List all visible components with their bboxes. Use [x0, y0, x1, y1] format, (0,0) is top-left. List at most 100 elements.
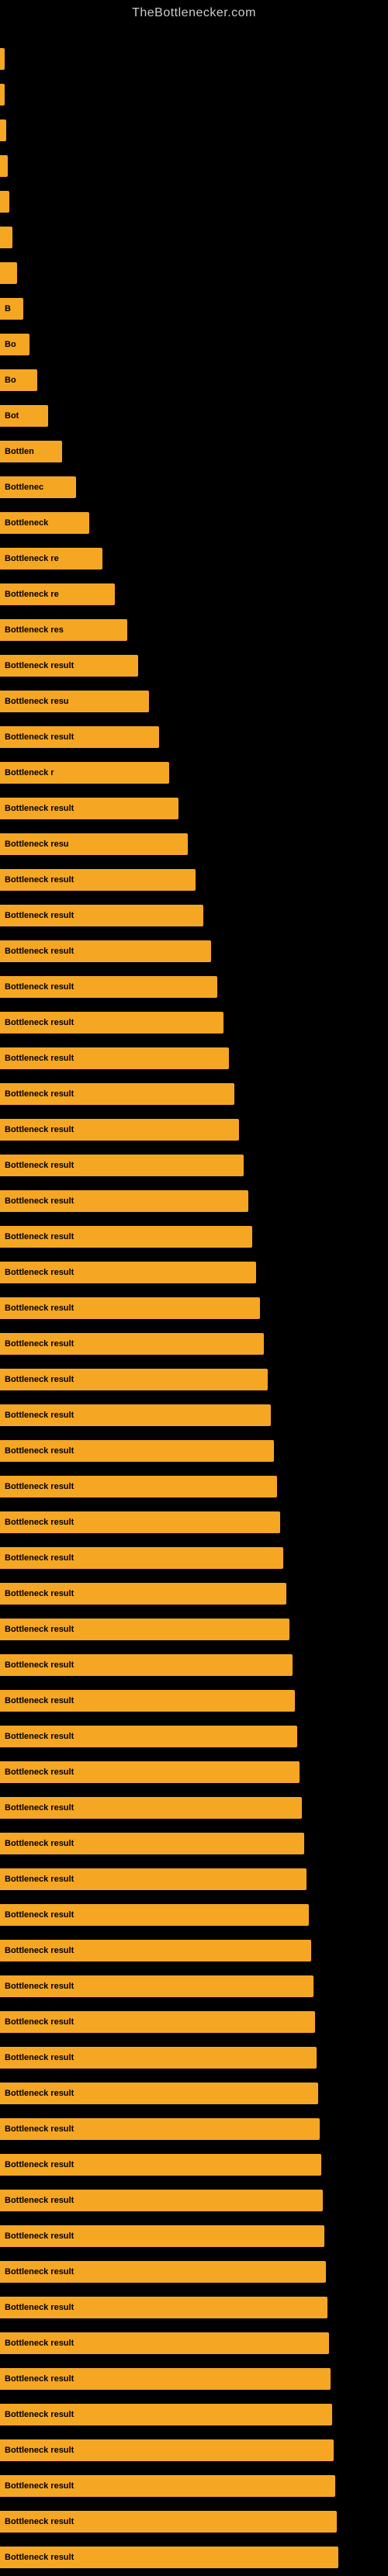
chart-bar-37: Bottleneck result [0, 1333, 264, 1355]
bar-label: Bottleneck result [5, 661, 74, 670]
bar-row: Bottleneck result [0, 2469, 388, 2503]
chart-bar-33: Bottleneck result [0, 1190, 248, 1212]
bar-label: Bottleneck result [5, 2089, 74, 2098]
bar-label: Bottleneck result [5, 1339, 74, 1349]
bar-label: Bottleneck result [5, 875, 74, 885]
bar-row: Bottleneck result [0, 2005, 388, 2039]
chart-bar-34: Bottleneck result [0, 1226, 252, 1248]
bar-row: Bottleneck result [0, 1541, 388, 1575]
bar-row: Bottleneck result [0, 1470, 388, 1504]
bar-label: Bottleneck result [5, 1411, 74, 1420]
bar-label: Bottleneck re [5, 554, 59, 563]
bar-label: Bottleneck result [5, 2231, 74, 2241]
chart-bar-11: Bot [0, 405, 48, 427]
bar-row: Bottleneck [0, 506, 388, 540]
bar-label: Bottleneck result [5, 1589, 74, 1598]
bar-label: Bottleneck result [5, 1482, 74, 1491]
chart-bar-41: Bottleneck result [0, 1476, 277, 1497]
chart-bar-64: Bottleneck result [0, 2297, 327, 2318]
bar-label: Bottleneck result [5, 2303, 74, 2312]
chart-bar-2 [0, 84, 5, 106]
bar-row: Bottleneck result [0, 1755, 388, 1789]
bar-row: Bottleneck result [0, 1148, 388, 1182]
chart-bar-46: Bottleneck result [0, 1654, 293, 1676]
bar-row: Bottleneck result [0, 2112, 388, 2146]
bar-label: Bottleneck result [5, 1268, 74, 1277]
bar-label: Bottleneck result [5, 1803, 74, 1813]
bar-label: Bottleneck result [5, 1375, 74, 1384]
chart-bar-15: Bottleneck re [0, 548, 102, 570]
chart-bar-68: Bottleneck result [0, 2439, 334, 2461]
chart-bar-49: Bottleneck result [0, 1761, 300, 1783]
chart-bar-57: Bottleneck result [0, 2047, 317, 2069]
bar-row: Bottleneck result [0, 1791, 388, 1825]
bar-row: Bottleneck result [0, 1327, 388, 1361]
bar-label: Bottleneck result [5, 1660, 74, 1670]
chart-bar-44: Bottleneck result [0, 1583, 286, 1605]
bar-label: Bottleneck [5, 518, 48, 528]
chart-bar-62: Bottleneck result [0, 2225, 324, 2247]
bar-row [0, 220, 388, 254]
chart-bar-1 [0, 48, 5, 70]
chart-bar-40: Bottleneck result [0, 1440, 274, 1462]
chart-bar-67: Bottleneck result [0, 2404, 332, 2425]
bar-label: Bottleneck resu [5, 697, 69, 706]
chart-container: BBoBoBotBottlenBottlenecBottleneckBottle… [0, 26, 388, 2576]
bar-row: Bottleneck result [0, 2219, 388, 2253]
chart-bar-29: Bottleneck result [0, 1047, 229, 1069]
bar-row: Bottleneck res [0, 613, 388, 647]
bar-row: Bot [0, 399, 388, 433]
bar-label: Bottleneck result [5, 1553, 74, 1563]
chart-bar-56: Bottleneck result [0, 2011, 315, 2033]
bar-row [0, 149, 388, 183]
chart-bar-14: Bottleneck [0, 512, 89, 534]
chart-bar-45: Bottleneck result [0, 1619, 289, 1640]
bar-label: Bottleneck result [5, 1982, 74, 1991]
bar-row: Bo [0, 363, 388, 397]
bar-label: Bottleneck result [5, 2517, 74, 2526]
chart-bar-31: Bottleneck result [0, 1119, 239, 1141]
chart-bar-43: Bottleneck result [0, 1547, 283, 1569]
bar-row: Bottleneck result [0, 1612, 388, 1646]
bar-row: Bottleneck result [0, 1684, 388, 1718]
bar-row: Bottleneck result [0, 863, 388, 897]
chart-bar-36: Bottleneck result [0, 1297, 260, 1319]
bar-row: Bottleneck result [0, 1648, 388, 1682]
bar-row: Bottleneck result [0, 1184, 388, 1218]
bar-label: Bottleneck result [5, 1161, 74, 1170]
chart-bar-65: Bottleneck result [0, 2332, 329, 2354]
chart-bar-30: Bottleneck result [0, 1083, 234, 1105]
bar-label: Bottleneck result [5, 982, 74, 992]
bar-label: Bottleneck result [5, 2374, 74, 2384]
bar-row: Bottleneck result [0, 1362, 388, 1397]
chart-bar-8: B [0, 298, 23, 320]
bar-label: Bottleneck result [5, 2410, 74, 2419]
bar-row: Bottleneck result [0, 1077, 388, 1111]
bar-label: Bo [5, 376, 16, 385]
chart-bar-53: Bottleneck result [0, 1904, 309, 1926]
bar-row: Bottleneck result [0, 2255, 388, 2289]
bar-row: Bottleneck result [0, 2505, 388, 2539]
bar-row: Bottleneck r [0, 756, 388, 790]
chart-bar-10: Bo [0, 369, 37, 391]
bar-label: Bottleneck res [5, 625, 64, 635]
chart-bar-54: Bottleneck result [0, 1940, 311, 1961]
bar-row: Bottleneck result [0, 2433, 388, 2467]
bar-label: Bottleneck result [5, 1018, 74, 1027]
bar-label: Bottleneck result [5, 2160, 74, 2169]
bar-row: Bottleneck result [0, 2398, 388, 2432]
bar-label: Bottleneck result [5, 1054, 74, 1063]
chart-bar-25: Bottleneck result [0, 905, 203, 926]
bar-label: Bottleneck result [5, 2553, 74, 2562]
bar-row: Bottleneck result [0, 649, 388, 683]
chart-bar-69: Bottleneck result [0, 2475, 335, 2497]
bar-row: Bottleneck result [0, 1255, 388, 1290]
chart-bar-12: Bottlen [0, 441, 62, 462]
bar-label: Bottleneck result [5, 1875, 74, 1884]
chart-bar-66: Bottleneck result [0, 2368, 331, 2390]
chart-bar-4 [0, 155, 8, 177]
bar-row: Bottleneck result [0, 1969, 388, 2003]
chart-bar-47: Bottleneck result [0, 1690, 295, 1712]
bar-row: Bottleneck result [0, 1577, 388, 1611]
bar-row: Bottleneck result [0, 1934, 388, 1968]
